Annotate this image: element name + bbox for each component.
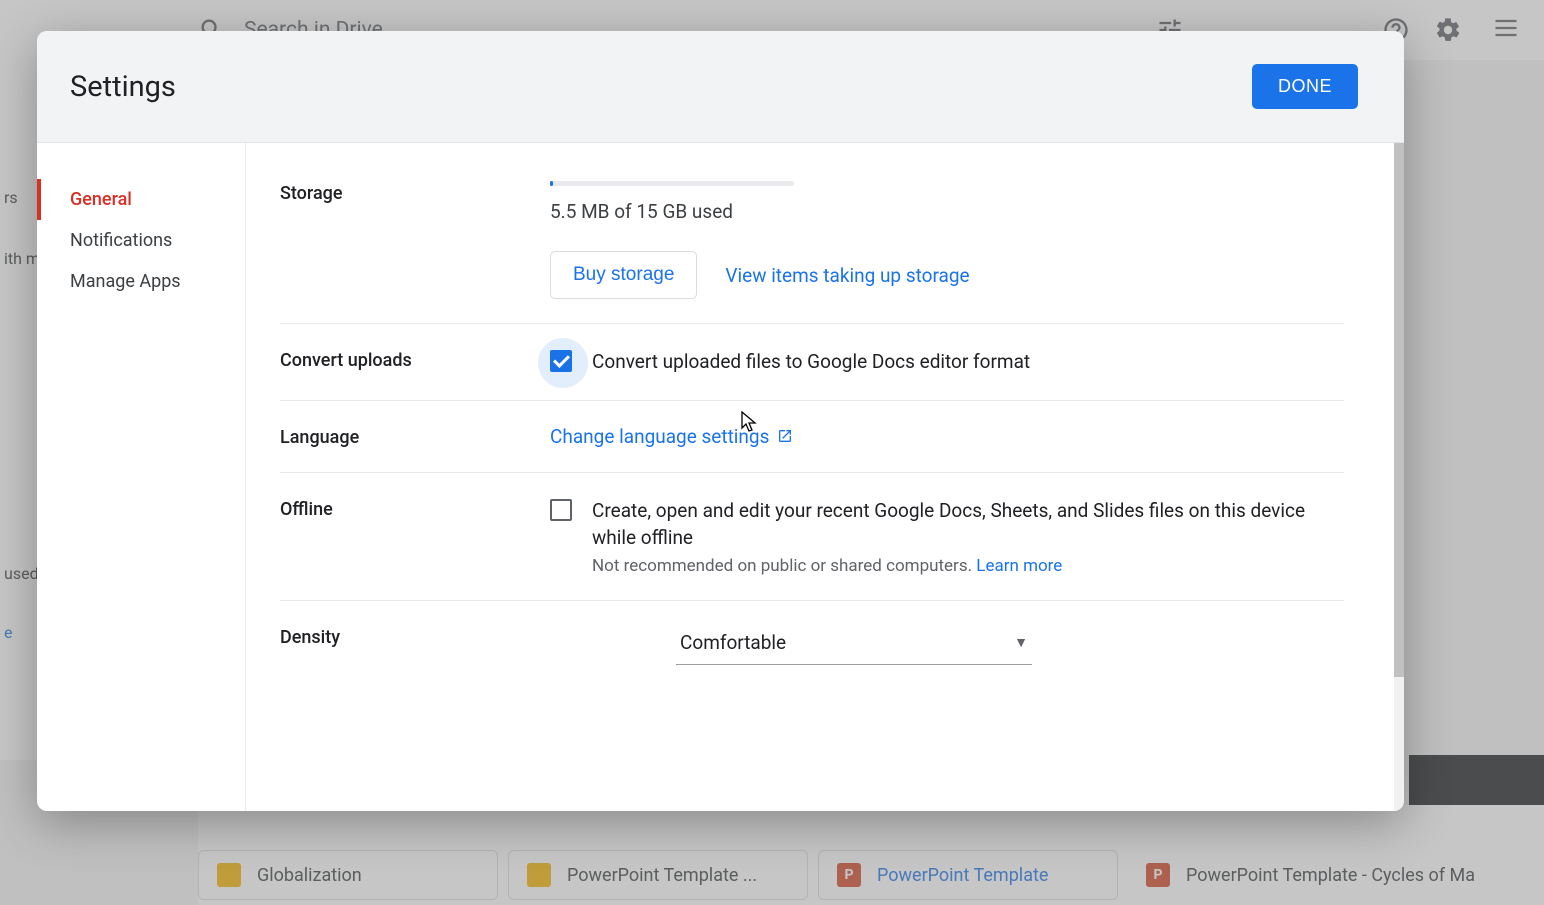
label-convert: Convert uploads: [280, 348, 550, 376]
scrollbar[interactable]: [1394, 143, 1404, 811]
label-offline: Offline: [280, 497, 550, 576]
label-storage: Storage: [280, 181, 550, 299]
convert-checkbox[interactable]: [550, 350, 572, 372]
offline-text: Create, open and edit your recent Google…: [592, 497, 1344, 552]
row-language: Language Change language settings: [280, 401, 1344, 473]
dialog-title: Settings: [70, 70, 176, 104]
checkbox-ripple: [538, 338, 588, 388]
row-storage: Storage 5.5 MB of 15 GB used Buy storage…: [280, 175, 1344, 324]
learn-more-link[interactable]: Learn more: [976, 556, 1062, 576]
row-offline: Offline Create, open and edit your recen…: [280, 473, 1344, 601]
label-density: Density: [280, 625, 550, 665]
settings-dialog: Settings DONE General Notifications Mana…: [37, 31, 1404, 811]
settings-content: Storage 5.5 MB of 15 GB used Buy storage…: [246, 143, 1404, 811]
offline-checkbox[interactable]: [550, 499, 572, 521]
convert-text: Convert uploaded files to Google Docs ed…: [592, 348, 1030, 376]
storage-used-text: 5.5 MB of 15 GB used: [550, 200, 1344, 223]
done-button[interactable]: DONE: [1252, 64, 1358, 109]
nav-manage-apps[interactable]: Manage Apps: [37, 261, 245, 302]
row-density: Density Comfortable ▼: [280, 601, 1344, 689]
density-select[interactable]: Comfortable ▼: [676, 625, 1032, 665]
label-language: Language: [280, 425, 550, 448]
dropdown-arrow-icon: ▼: [1014, 634, 1028, 651]
view-items-link[interactable]: View items taking up storage: [725, 264, 969, 287]
buy-storage-button[interactable]: Buy storage: [550, 251, 697, 299]
dialog-header: Settings DONE: [37, 31, 1404, 143]
nav-general[interactable]: General: [37, 179, 245, 220]
open-external-icon: [777, 428, 793, 444]
change-language-link[interactable]: Change language settings: [550, 425, 793, 448]
settings-nav: General Notifications Manage Apps: [37, 143, 246, 811]
storage-progress: [550, 181, 794, 186]
nav-notifications[interactable]: Notifications: [37, 220, 245, 261]
row-convert-uploads: Convert uploads Convert uploaded files t…: [280, 324, 1344, 401]
dialog-body: General Notifications Manage Apps Storag…: [37, 143, 1404, 811]
offline-helper: Not recommended on public or shared comp…: [592, 556, 1344, 576]
